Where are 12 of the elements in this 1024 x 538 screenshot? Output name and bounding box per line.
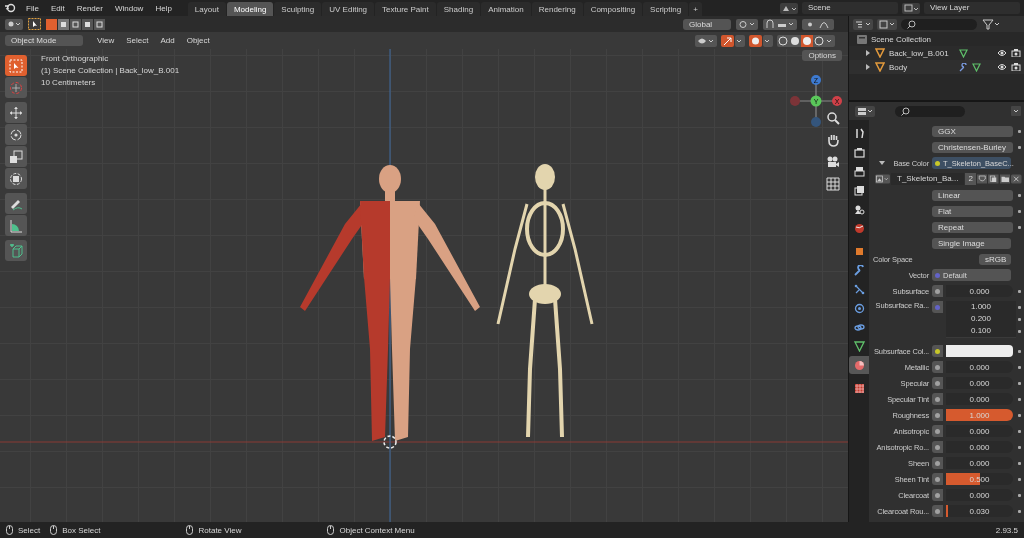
slider-value: 1.000 <box>969 410 990 420</box>
object-name: Back_low_B.001 <box>889 48 950 58</box>
viewport-info-text: Front Orthographic <box>41 54 110 63</box>
status-hint: Rotate View <box>198 525 242 535</box>
version-text: 2.93.5 <box>995 525 1018 535</box>
object-name: Body <box>889 62 909 72</box>
slider-value: 0.030 <box>969 506 990 516</box>
status-hint: Select <box>18 525 41 535</box>
status-hint: Object Context Menu <box>339 525 415 535</box>
viewport-info-text: (1) Scene Collection | Back_low_B.001 <box>41 66 180 75</box>
viewport-info-text: 10 Centimeters <box>41 78 97 87</box>
status-hint: Box Select <box>62 525 101 535</box>
